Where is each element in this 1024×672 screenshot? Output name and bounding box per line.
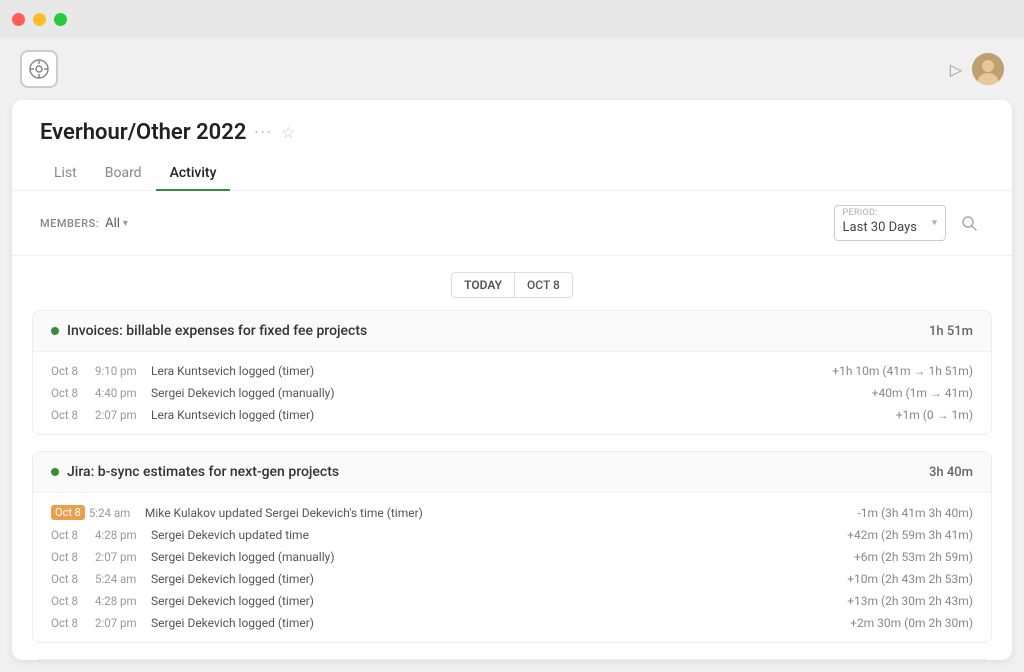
log-user: Lera Kuntsevich logged (timer) xyxy=(151,364,832,378)
log-change: +1h 10m (41m → 1h 51m) xyxy=(832,364,973,378)
log-change: +40m (1m → 41m) xyxy=(872,386,973,400)
log-time: 9:10 pm xyxy=(95,364,151,378)
log-time: 4:28 pm xyxy=(95,594,151,608)
tab-board[interactable]: Board xyxy=(91,157,156,191)
log-row: Oct 82:07 pmLera Kuntsevich logged (time… xyxy=(33,404,991,426)
log-row: Oct 82:07 pmSergei Dekevich logged (time… xyxy=(33,612,991,634)
log-row: Oct 84:28 pmSergei Dekevich logged (time… xyxy=(33,590,991,612)
date-divider: TODAY OCT 8 xyxy=(12,256,1012,310)
log-date: Oct 8 xyxy=(51,505,85,520)
star-icon[interactable]: ☆ xyxy=(281,123,295,142)
log-user: Sergei Dekevich updated time xyxy=(151,528,847,542)
avatar[interactable] xyxy=(972,53,1004,85)
log-user: Mike Kulakov updated Sergei Dekevich's t… xyxy=(145,506,858,520)
log-time: 2:07 pm xyxy=(95,616,151,630)
toolbar-right: PERIOD: Last 30 Days ▾ xyxy=(834,205,984,241)
members-filter: MEMBERS: All ▾ xyxy=(40,216,128,231)
log-date: Oct 8 xyxy=(51,408,95,422)
titlebar xyxy=(0,0,1024,38)
tab-list[interactable]: List xyxy=(40,157,91,191)
log-time: 4:40 pm xyxy=(95,386,151,400)
project-menu-icon[interactable]: ··· xyxy=(254,123,273,142)
log-user: Sergei Dekevich logged (timer) xyxy=(151,572,847,586)
play-icon[interactable]: ▷ xyxy=(950,60,962,79)
date-badge: TODAY OCT 8 xyxy=(451,272,573,298)
log-row: Oct 8 5:24 amMike Kulakov updated Sergei … xyxy=(33,501,991,524)
log-date: Oct 8 xyxy=(51,572,95,586)
maximize-button[interactable] xyxy=(54,13,67,26)
log-time: 2:07 pm xyxy=(95,550,151,564)
log-user: Sergei Dekevich logged (timer) xyxy=(151,594,847,608)
log-time: 5:24 am xyxy=(95,572,151,586)
members-dropdown[interactable]: All ▾ xyxy=(105,216,128,231)
log-change: -1m (3h 41m 3h 40m) xyxy=(857,506,973,520)
section-2-total: 3h 40m xyxy=(929,465,973,480)
period-value: Last 30 Days xyxy=(843,220,917,235)
log-row: Oct 89:10 pmLera Kuntsevich logged (time… xyxy=(33,360,991,382)
section-title-text: Jira: b-sync estimates for next-gen proj… xyxy=(67,464,339,480)
section-title-text: Invoices: billable expenses for fixed fe… xyxy=(67,323,367,339)
log-date: Oct 8 xyxy=(51,550,95,564)
section-2-title: Jira: b-sync estimates for next-gen proj… xyxy=(51,464,339,480)
dot-icon xyxy=(51,327,59,335)
date-label: OCT 8 xyxy=(515,273,572,297)
dot-icon xyxy=(51,468,59,476)
section-1-total: 1h 51m xyxy=(929,324,973,339)
section-2-log: Oct 85:24 amMike Kulakov updated Sergei … xyxy=(33,493,991,642)
log-user: Sergei Dekevich logged (manually) xyxy=(151,386,872,400)
log-change: +10m (2h 43m 2h 53m) xyxy=(847,572,973,586)
log-date: Oct 8 xyxy=(51,386,95,400)
log-change: +2m 30m (0m 2h 30m) xyxy=(850,616,973,630)
project-title: Everhour/Other 2022 xyxy=(40,120,246,145)
members-value: All xyxy=(105,216,120,231)
tabs: List Board Activity xyxy=(40,157,984,190)
close-button[interactable] xyxy=(12,13,25,26)
search-button[interactable] xyxy=(954,208,984,238)
period-label: PERIOD: xyxy=(843,208,878,218)
section-1-log: Oct 89:10 pmLera Kuntsevich logged (time… xyxy=(33,352,991,434)
topbar: ▷ xyxy=(12,50,1012,88)
card-header: Everhour/Other 2022 ··· ☆ List Board Act… xyxy=(12,100,1012,191)
log-time: 5:24 am xyxy=(89,506,145,520)
card-body: MEMBERS: All ▾ PERIOD: Last 30 Days ▾ xyxy=(12,191,1012,660)
app-content: ▷ Everhour/Other 2022 ··· ☆ List Board A xyxy=(0,38,1024,672)
today-label: TODAY xyxy=(452,273,515,297)
log-date: Oct 8 xyxy=(51,364,95,378)
log-date: Oct 8 xyxy=(51,528,95,542)
log-row: Oct 85:24 amSergei Dekevich logged (time… xyxy=(33,568,991,590)
log-change: +6m (2h 53m 2h 59m) xyxy=(854,550,973,564)
members-label: MEMBERS: xyxy=(40,217,99,230)
log-change: +1m (0 → 1m) xyxy=(896,408,973,422)
period-dropdown[interactable]: PERIOD: Last 30 Days ▾ xyxy=(834,205,946,241)
section-2-header: Jira: b-sync estimates for next-gen proj… xyxy=(33,452,991,493)
log-row: Oct 84:28 pmSergei Dekevich updated time… xyxy=(33,524,991,546)
section-1-header: Invoices: billable expenses for fixed fe… xyxy=(33,311,991,352)
section-1: Invoices: billable expenses for fixed fe… xyxy=(32,310,992,435)
topbar-right: ▷ xyxy=(950,53,1004,85)
section-3: Invoices: markdown for line items2h 19mO… xyxy=(32,659,992,660)
log-change: +13m (2h 30m 2h 43m) xyxy=(847,594,973,608)
main-card: Everhour/Other 2022 ··· ☆ List Board Act… xyxy=(12,100,1012,660)
chevron-down-icon: ▾ xyxy=(123,218,128,229)
log-change: +42m (2h 59m 3h 41m) xyxy=(847,528,973,542)
log-time: 4:28 pm xyxy=(95,528,151,542)
log-time: 2:07 pm xyxy=(95,408,151,422)
period-chevron-icon: ▾ xyxy=(932,218,937,229)
app-logo[interactable] xyxy=(20,50,58,88)
log-user: Lera Kuntsevich logged (timer) xyxy=(151,408,896,422)
log-row: Oct 84:40 pmSergei Dekevich logged (manu… xyxy=(33,382,991,404)
log-user: Sergei Dekevich logged (manually) xyxy=(151,550,854,564)
section-2: Jira: b-sync estimates for next-gen proj… xyxy=(32,451,992,643)
section-1-title: Invoices: billable expenses for fixed fe… xyxy=(51,323,367,339)
sections-container: Invoices: billable expenses for fixed fe… xyxy=(12,310,1012,660)
activity-toolbar: MEMBERS: All ▾ PERIOD: Last 30 Days ▾ xyxy=(12,191,1012,256)
log-date: Oct 8 xyxy=(51,616,95,630)
tab-activity[interactable]: Activity xyxy=(156,157,231,191)
log-row: Oct 82:07 pmSergei Dekevich logged (manu… xyxy=(33,546,991,568)
project-title-row: Everhour/Other 2022 ··· ☆ xyxy=(40,120,984,145)
log-user: Sergei Dekevich logged (timer) xyxy=(151,616,850,630)
minimize-button[interactable] xyxy=(33,13,46,26)
log-date: Oct 8 xyxy=(51,594,95,608)
